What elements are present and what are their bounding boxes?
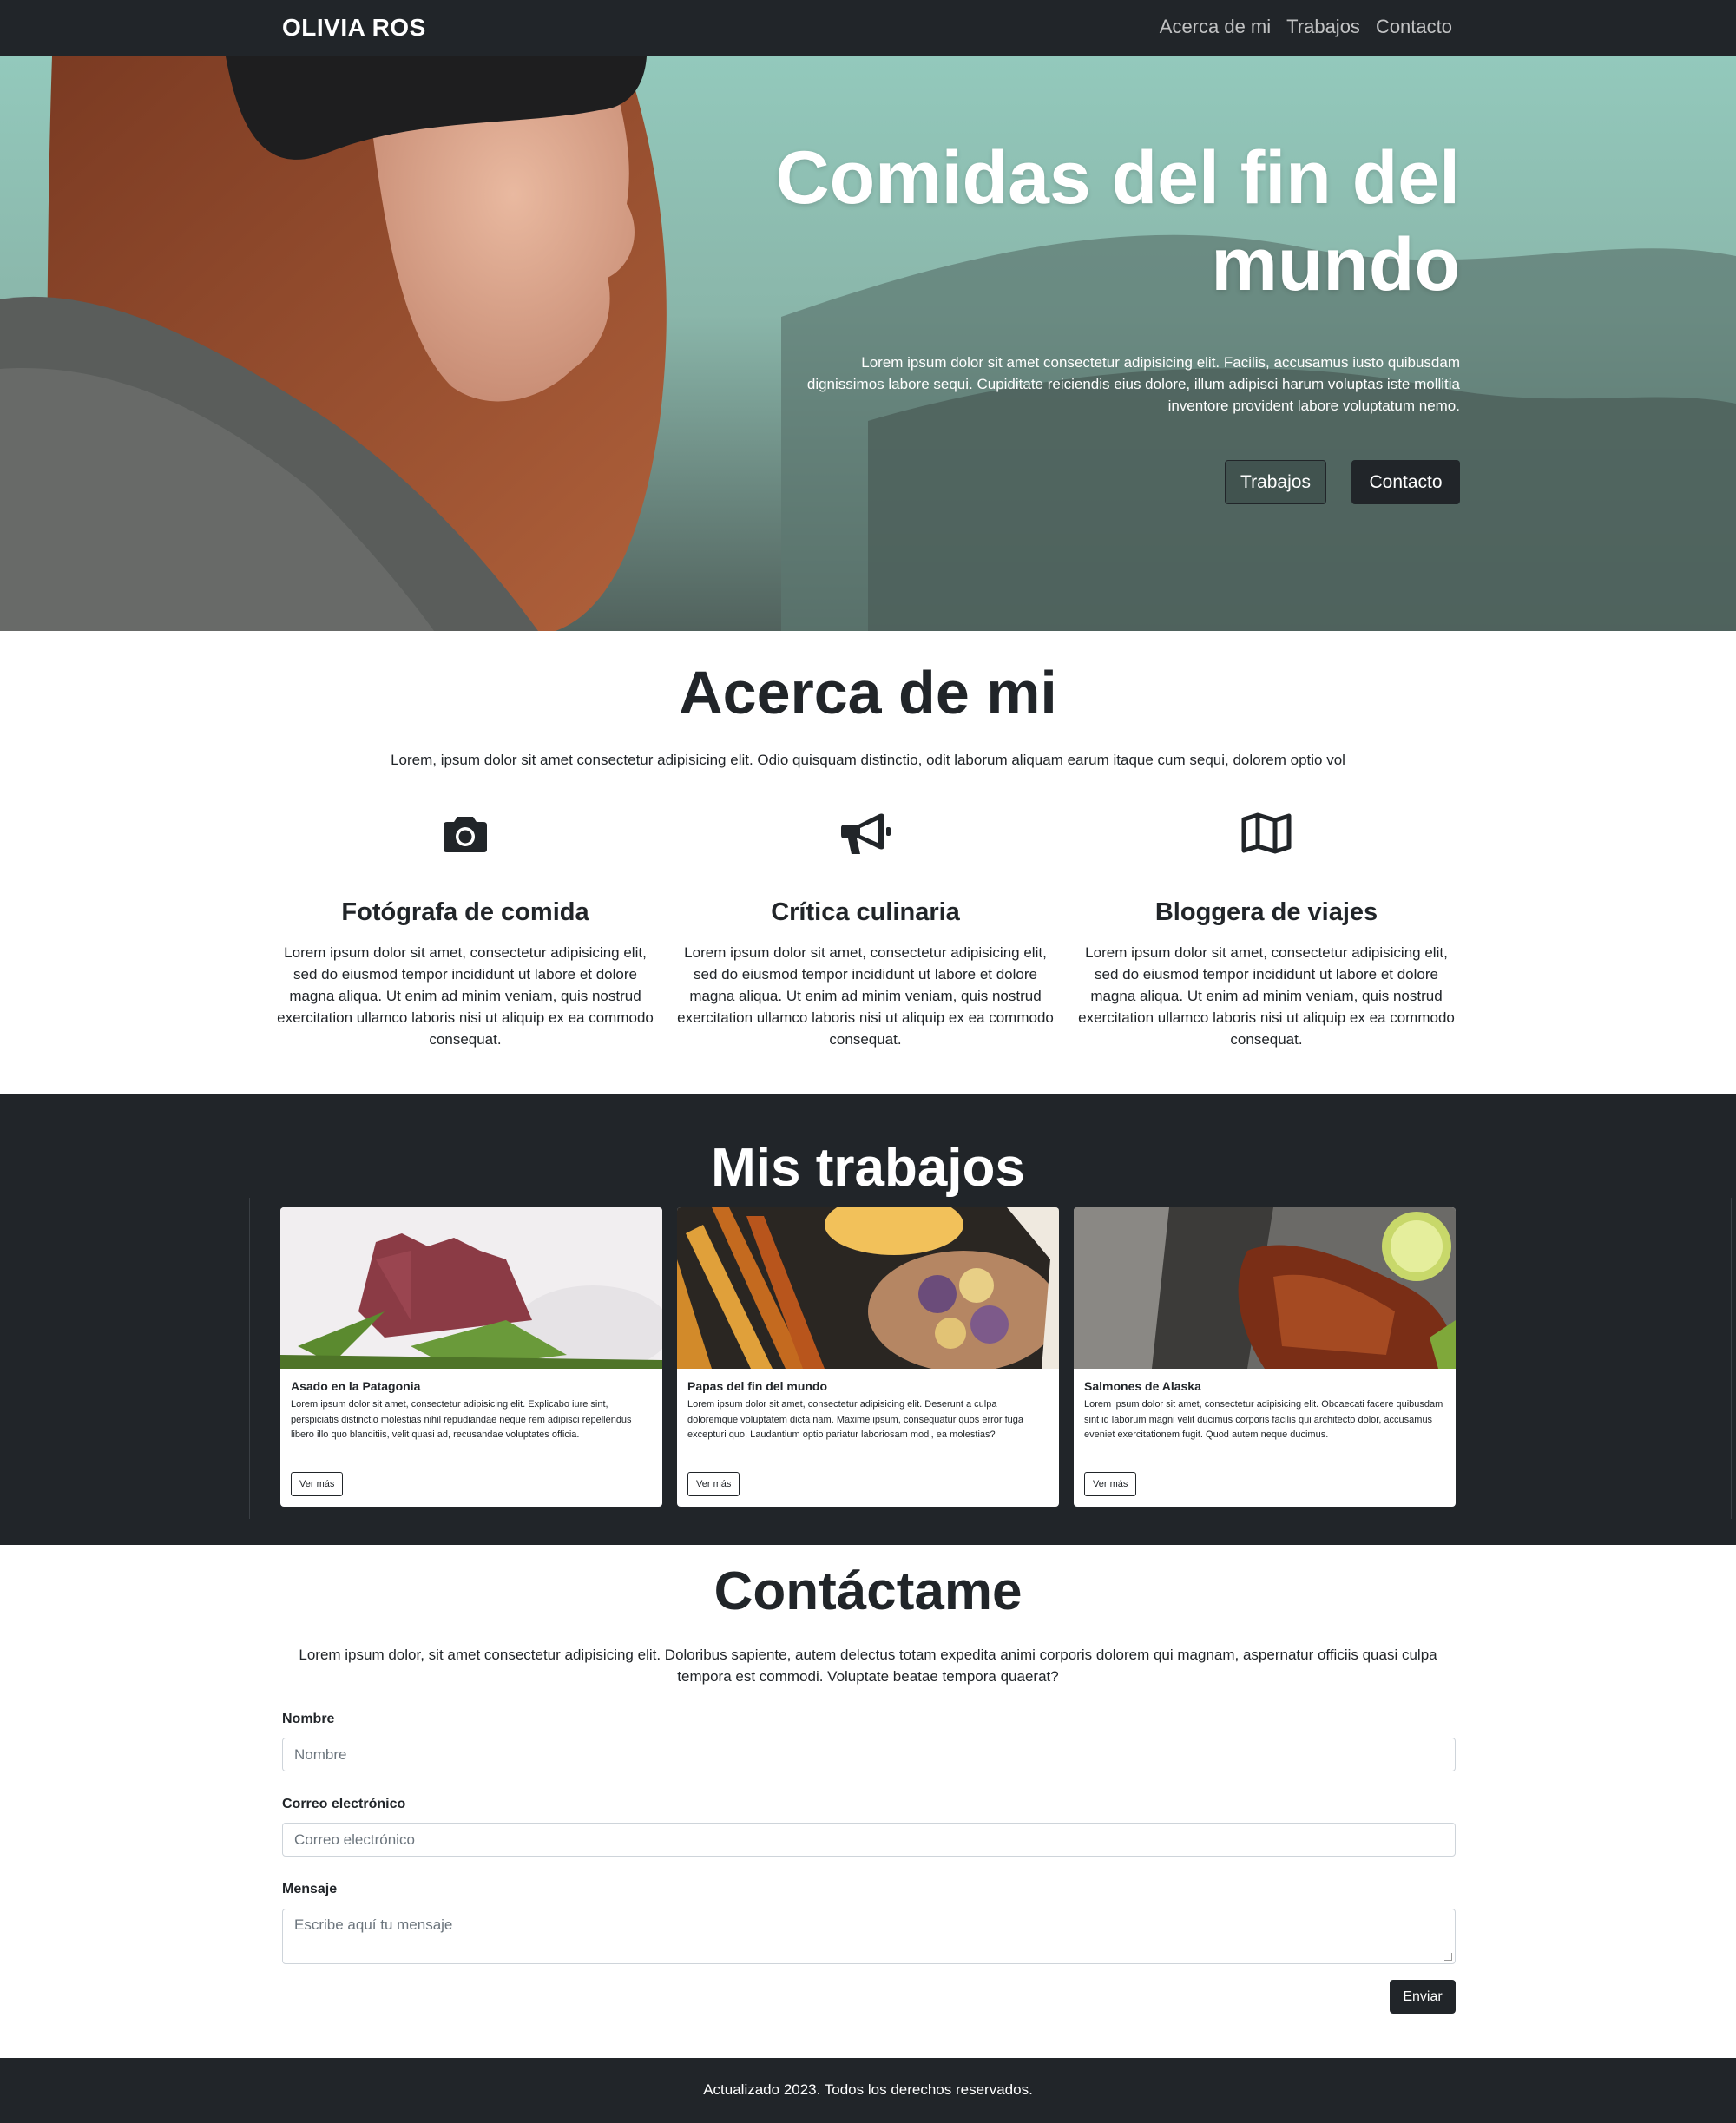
hero-title-line1: Comidas del fin del: [775, 136, 1460, 220]
message-placeholder: Escribe aquí tu mensaje: [294, 1916, 453, 1933]
contact-lead: Lorem ipsum dolor, sit amet consectetur …: [299, 1646, 1437, 1685]
card-image-salmon: [1074, 1207, 1456, 1369]
card-more-button[interactable]: Ver más: [687, 1472, 740, 1496]
resize-handle[interactable]: [1444, 1953, 1452, 1961]
works-title: Mis trabajos: [711, 1138, 1025, 1198]
about-title: Acerca de mi: [679, 659, 1057, 726]
card-image-asado: [280, 1207, 662, 1369]
card-more-button[interactable]: Ver más: [1084, 1472, 1137, 1496]
map-icon: [1075, 807, 1457, 859]
feature-title: Crítica culinaria: [771, 898, 960, 926]
megaphone-icon: [674, 807, 1056, 859]
divider: [1731, 1198, 1732, 1519]
footer: Actualizado 2023. Todos los derechos res…: [0, 2058, 1736, 2123]
work-card: Salmones de Alaska Lorem ipsum dolor sit…: [1074, 1207, 1456, 1507]
feature-critic: Crítica culinaria Lorem ipsum dolor sit …: [674, 807, 1056, 1050]
submit-button[interactable]: Enviar: [1390, 1980, 1456, 2014]
footer-text: Actualizado 2023. Todos los derechos res…: [703, 2081, 1033, 2098]
nav-links: Acerca de mi Trabajos Contacto: [1160, 16, 1452, 38]
feature-title: Fotógrafa de comida: [341, 898, 589, 926]
card-text: Lorem ipsum dolor sit amet, consectetur …: [1084, 1399, 1443, 1440]
message-label: Mensaje: [282, 1882, 338, 1896]
work-card: Papas del fin del mundo Lorem ipsum dolo…: [677, 1207, 1059, 1507]
email-input[interactable]: Correo electrónico: [282, 1823, 1456, 1857]
feature-blogger: Bloggera de viajes Lorem ipsum dolor sit…: [1075, 807, 1457, 1050]
navbar: OLIVIA ROS Acerca de mi Trabajos Contact…: [0, 0, 1736, 56]
card-title: Papas del fin del mundo: [687, 1379, 828, 1393]
hero-title: Comidas del fin del mundo: [766, 135, 1460, 308]
hero-text: Comidas del fin del mundo Lorem ipsum do…: [766, 135, 1460, 504]
name-input[interactable]: Nombre: [282, 1738, 1456, 1771]
work-card: Asado en la Patagonia Lorem ipsum dolor …: [280, 1207, 662, 1507]
feature-text: Lorem ipsum dolor sit amet, consectetur …: [277, 944, 654, 1048]
hero-lead-line1: Lorem ipsum dolor sit amet consectetur a…: [861, 354, 1460, 371]
contact-title: Contáctame: [713, 1561, 1023, 1621]
card-title: Salmones de Alaska: [1084, 1379, 1201, 1393]
hero-title-line2: mundo: [1211, 223, 1460, 306]
feature-text: Lorem ipsum dolor sit amet, consectetur …: [677, 944, 1054, 1048]
camera-icon: [274, 807, 656, 859]
feature-photographer: Fotógrafa de comida Lorem ipsum dolor si…: [274, 807, 656, 1050]
hero-lead-line3: inventore provident labore voluptatum ne…: [1167, 398, 1460, 414]
feature-title: Bloggera de viajes: [1154, 898, 1378, 926]
nav-link-acerca[interactable]: Acerca de mi: [1160, 16, 1271, 38]
message-textarea[interactable]: Escribe aquí tu mensaje: [282, 1909, 1456, 1964]
card-text: Lorem ipsum dolor sit amet, consectetur …: [291, 1399, 632, 1440]
nav-link-contacto[interactable]: Contacto: [1376, 16, 1452, 38]
works-section: Mis trabajos Asado en la Patagonia Lorem…: [0, 1094, 1736, 1545]
card-image-papas: [677, 1207, 1059, 1369]
about-lead: Lorem, ipsum dolor sit amet consectetur …: [391, 752, 1345, 768]
email-label: Correo electrónico: [282, 1797, 406, 1811]
divider: [249, 1198, 250, 1519]
hero-lead: Lorem ipsum dolor sit amet consectetur a…: [766, 352, 1460, 417]
hero-works-button[interactable]: Trabajos: [1225, 460, 1326, 504]
hero-lead-line2: dignissimos labore sequi. Cupiditate rei…: [806, 376, 1460, 392]
name-label: Nombre: [282, 1712, 335, 1726]
hero-buttons: Trabajos Contacto: [766, 460, 1460, 504]
hero-section: Comidas del fin del mundo Lorem ipsum do…: [0, 56, 1736, 631]
feature-text: Lorem ipsum dolor sit amet, consectetur …: [1078, 944, 1455, 1048]
card-text: Lorem ipsum dolor sit amet, consectetur …: [687, 1399, 1024, 1440]
nav-link-trabajos[interactable]: Trabajos: [1286, 16, 1360, 38]
card-title: Asado en la Patagonia: [291, 1379, 421, 1393]
card-more-button[interactable]: Ver más: [291, 1472, 344, 1496]
hero-contact-button[interactable]: Contacto: [1351, 460, 1460, 504]
brand-logo[interactable]: OLIVIA ROS: [282, 14, 426, 42]
